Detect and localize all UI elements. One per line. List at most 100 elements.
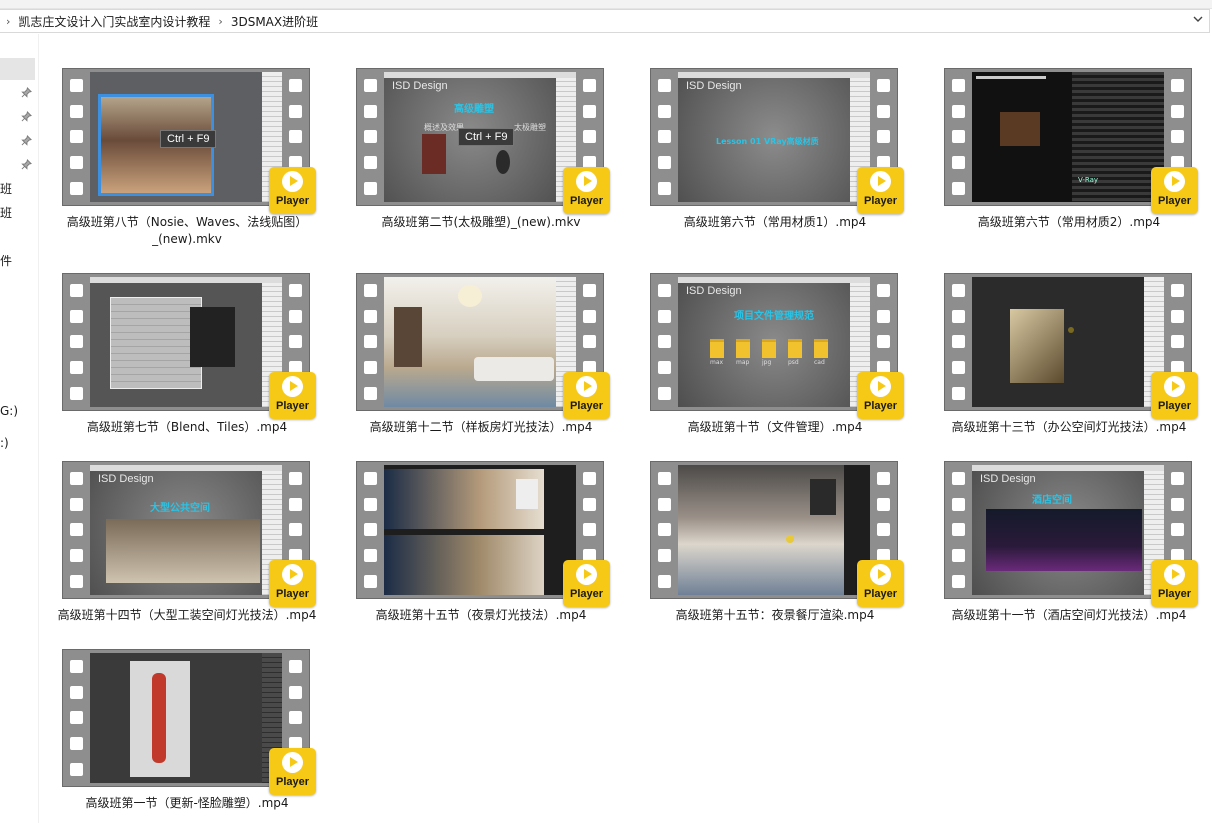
player-app-icon: Player [1151, 167, 1198, 214]
thumbnail-image: ISD Design 酒店空间 [972, 465, 1164, 595]
thumbnail-text: 项目文件管理规范 [734, 311, 814, 322]
breadcrumb-chevron-icon[interactable]: › [212, 15, 228, 28]
breadcrumb-chevron-icon[interactable]: › [0, 15, 16, 28]
player-badge-label: Player [275, 776, 310, 788]
thumbnail-text: ISD Design [98, 473, 154, 485]
file-name[interactable]: 高级班第十二节（样板房灯光技法）.mp4 [334, 419, 628, 436]
thumbnail-image [384, 277, 576, 407]
video-thumbnail[interactable]: Player [944, 273, 1198, 419]
thumbnail-image: V-Ray [972, 72, 1164, 202]
thumbnail-image [90, 277, 282, 407]
thumbnail-text: psd [788, 359, 799, 366]
thumbnail-text: Ctrl + F9 [458, 128, 515, 146]
film-sprocket-holes [357, 462, 384, 598]
file-grid: Ctrl + F9 Player 高级班第八节（Nosie、Waves、法线贴图… [40, 34, 1212, 823]
film-sprocket-holes [63, 69, 90, 205]
film-sprocket-holes [63, 274, 90, 410]
thumbnail-text: jpg [762, 359, 772, 366]
file-name[interactable]: 高级班第十节（文件管理）.mp4 [628, 419, 922, 436]
player-badge-label: Player [863, 588, 898, 600]
file-name[interactable]: 高级班第六节（常用材质2）.mp4 [922, 214, 1212, 231]
file-name[interactable]: 高级班第十四节（大型工装空间灯光技法）.mp4 [40, 607, 334, 624]
film-sprocket-holes [651, 69, 678, 205]
player-app-icon: Player [269, 748, 316, 795]
play-icon [1164, 171, 1185, 192]
player-app-icon: Player [563, 167, 610, 214]
address-bar[interactable]: › 凯志庄文设计入门实战室内设计教程 › 3DSMAX进阶班 [0, 9, 1210, 33]
nav-item-label[interactable]: G:) [0, 404, 18, 418]
play-icon [870, 171, 891, 192]
pin-icon[interactable] [21, 159, 32, 170]
nav-item-label[interactable]: :) [0, 436, 9, 450]
pin-icon[interactable] [21, 111, 32, 122]
breadcrumb-item[interactable]: 3DSMAX进阶班 [229, 13, 320, 30]
chevron-down-icon[interactable] [1191, 13, 1205, 29]
player-badge-label: Player [569, 400, 604, 412]
player-app-icon: Player [1151, 372, 1198, 419]
video-thumbnail[interactable]: ISD Design Lesson 01 VRay高级材质 Player [650, 68, 904, 214]
file-name[interactable]: 高级班第六节（常用材质1）.mp4 [628, 214, 922, 231]
video-thumbnail[interactable]: V-Ray Player [944, 68, 1198, 214]
nav-item-label[interactable]: 班 [0, 180, 12, 197]
thumbnail-text: ISD Design [686, 285, 742, 297]
player-app-icon: Player [563, 560, 610, 607]
nav-item-label[interactable]: 件 [0, 252, 12, 269]
pin-icon[interactable] [21, 135, 32, 146]
thumbnail-text: map [736, 359, 750, 366]
file-name[interactable]: 高级班第十五节：夜景餐厅渲染.mp4 [628, 607, 922, 624]
play-icon [1164, 564, 1185, 585]
film-sprocket-holes [945, 274, 972, 410]
file-name[interactable]: 高级班第十五节（夜景灯光技法）.mp4 [334, 607, 628, 624]
video-thumbnail[interactable]: Ctrl + F9 Player [62, 68, 316, 214]
nav-selected-item[interactable] [0, 58, 35, 80]
thumbnail-image [90, 653, 282, 783]
file-name[interactable]: 高级班第一节（更新-怪脸雕塑）.mp4 [40, 795, 334, 812]
film-sprocket-holes [63, 462, 90, 598]
video-thumbnail[interactable]: Player [62, 273, 316, 419]
player-badge-label: Player [275, 195, 310, 207]
video-thumbnail[interactable]: Player [356, 273, 610, 419]
file-name[interactable]: 高级班第八节（Nosie、Waves、法线贴图）_(new).mkv [40, 214, 334, 248]
play-icon [576, 171, 597, 192]
player-badge-label: Player [569, 588, 604, 600]
nav-item-label[interactable]: 班 [0, 204, 12, 221]
player-app-icon: Player [857, 560, 904, 607]
breadcrumb-item[interactable]: 凯志庄文设计入门实战室内设计教程 [16, 13, 212, 30]
film-sprocket-holes [357, 274, 384, 410]
thumbnail-text: 高级雕塑 [454, 104, 494, 115]
thumbnail-image [678, 465, 870, 595]
thumbnail-text: max [710, 359, 724, 366]
video-thumbnail[interactable]: ISD Design 酒店空间 Player [944, 461, 1198, 607]
film-sprocket-holes [651, 462, 678, 598]
film-sprocket-holes [651, 274, 678, 410]
film-sprocket-holes [945, 69, 972, 205]
film-sprocket-holes [357, 69, 384, 205]
player-app-icon: Player [269, 560, 316, 607]
player-badge-label: Player [863, 400, 898, 412]
video-thumbnail[interactable]: Player [650, 461, 904, 607]
video-thumbnail[interactable]: ISD Design 高级雕塑 概述及效果 太极雕塑 Ctrl + F9 Player [356, 68, 610, 214]
thumbnail-text: Ctrl + F9 [160, 130, 217, 148]
player-app-icon: Player [563, 372, 610, 419]
thumbnail-text: ISD Design [686, 80, 742, 92]
video-thumbnail[interactable]: Player [62, 649, 316, 795]
navigation-pane[interactable]: 班 班 件 G:) :) [0, 34, 39, 823]
file-name[interactable]: 高级班第十三节（办公空间灯光技法）.mp4 [922, 419, 1212, 436]
file-name[interactable]: 高级班第二节(太极雕塑)_(new).mkv [334, 214, 628, 231]
file-name[interactable]: 高级班第十一节（酒店空间灯光技法）.mp4 [922, 607, 1212, 624]
play-icon [282, 564, 303, 585]
file-name[interactable]: 高级班第七节（Blend、Tiles）.mp4 [40, 419, 334, 436]
player-app-icon: Player [857, 372, 904, 419]
play-icon [1164, 376, 1185, 397]
video-thumbnail[interactable]: ISD Design 项目文件管理规范 max map jpg psd cad Player [650, 273, 904, 419]
player-app-icon: Player [1151, 560, 1198, 607]
player-app-icon: Player [857, 167, 904, 214]
pin-icon[interactable] [21, 87, 32, 98]
thumbnail-image [972, 277, 1164, 407]
play-icon [870, 376, 891, 397]
video-thumbnail[interactable]: ISD Design 大型公共空间 Player [62, 461, 316, 607]
video-thumbnail[interactable]: Player [356, 461, 610, 607]
player-badge-label: Player [275, 400, 310, 412]
thumbnail-text: 太极雕塑 [514, 123, 546, 132]
thumbnail-image: ISD Design 大型公共空间 [90, 465, 282, 595]
